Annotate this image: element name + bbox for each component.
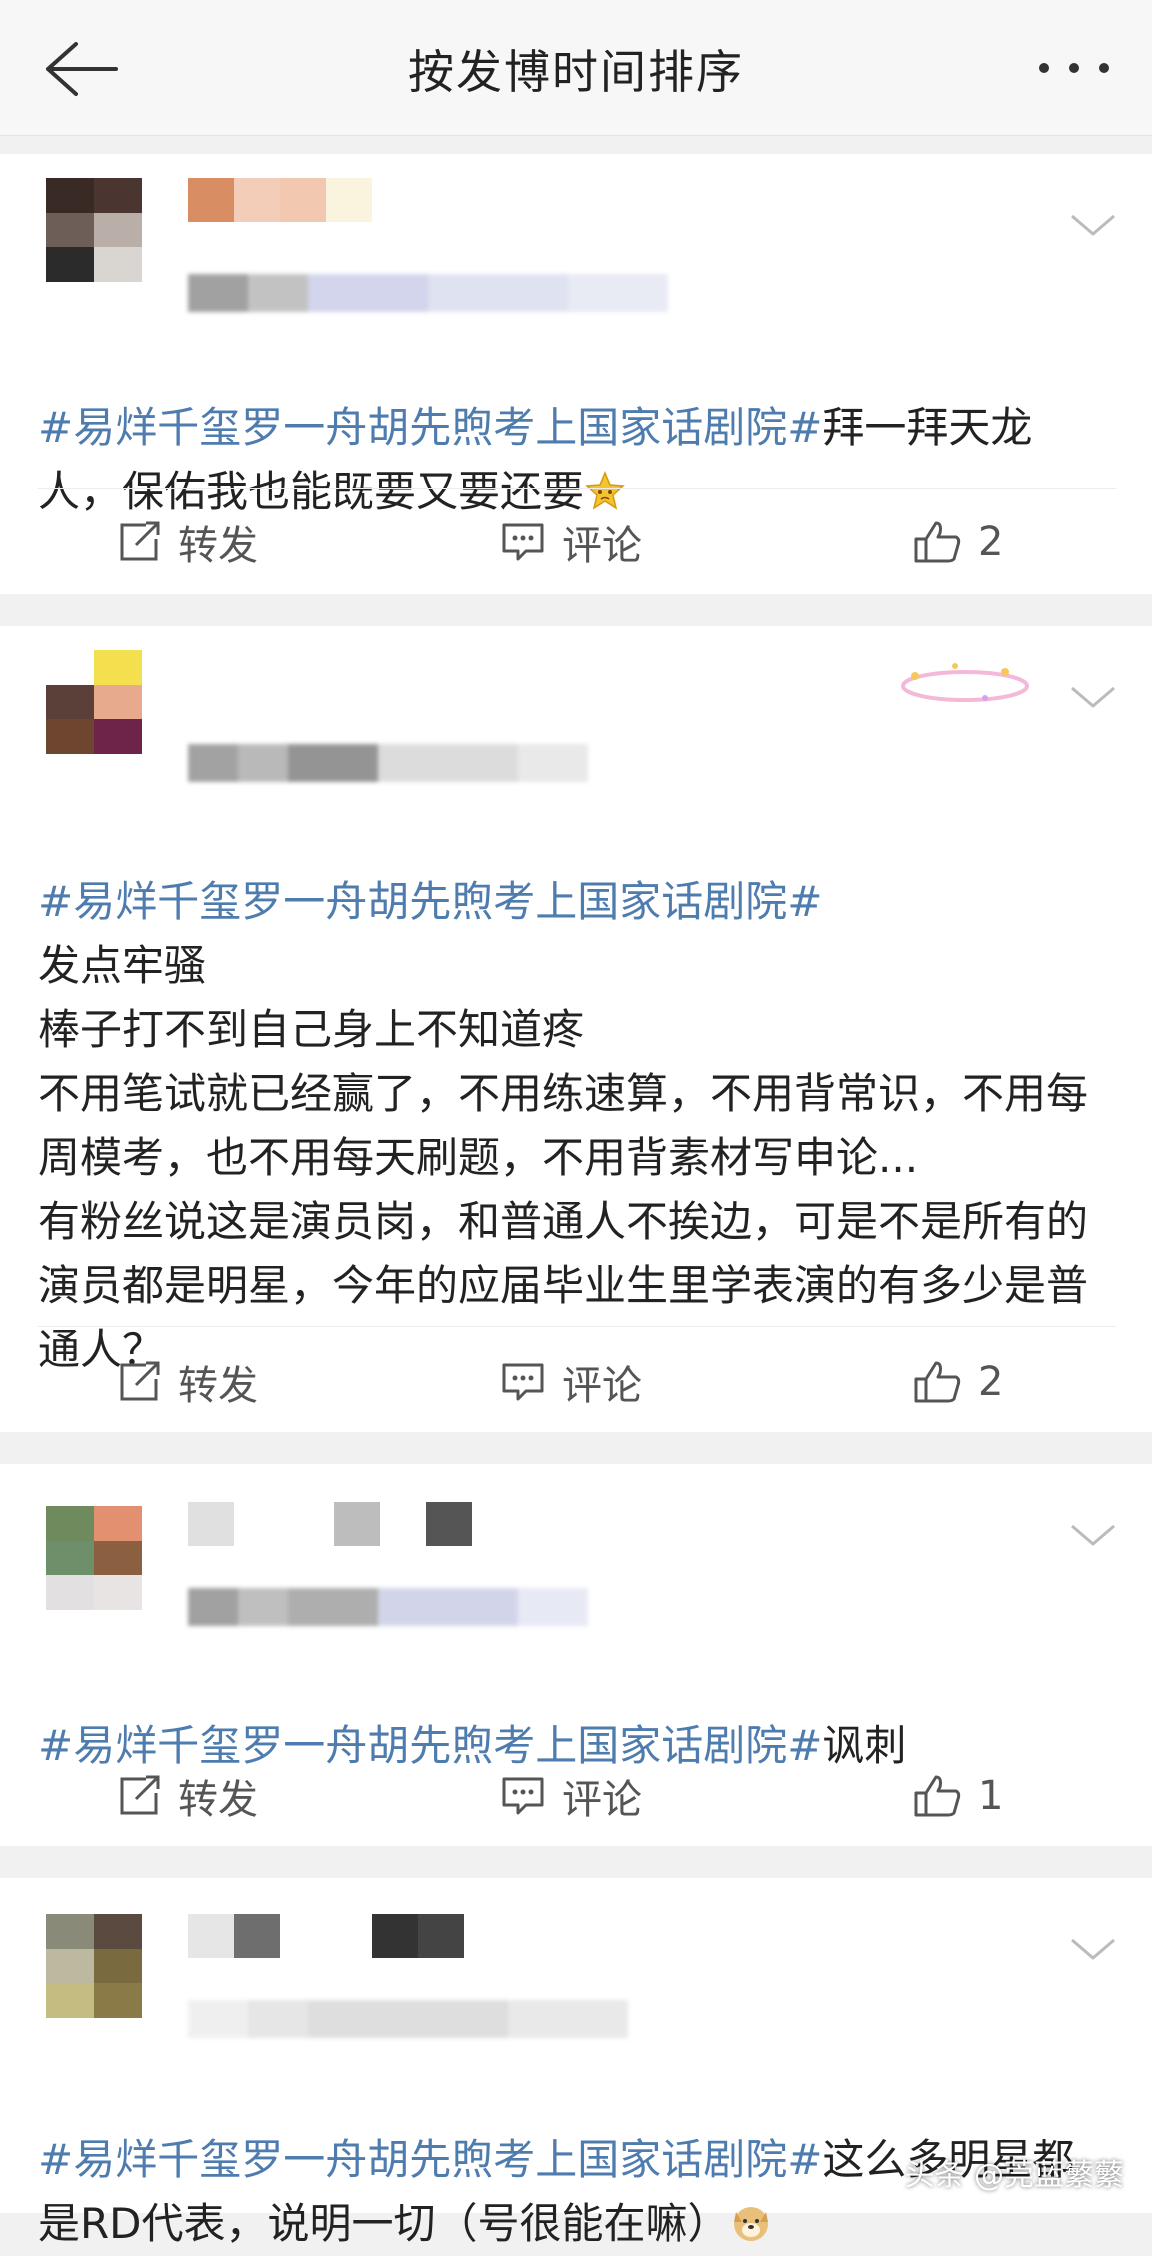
topic-link[interactable]: #易烊千玺罗一舟胡先煦考上国家话剧院# [38, 877, 822, 926]
post-text: 发点牢骚 棒子打不到自己身上不知道疼 不用笔试就已经赢了，不用练速算，不用背常识… [38, 941, 1089, 1374]
avatar[interactable] [46, 1506, 142, 1610]
repost-label: 转发 [178, 523, 258, 569]
repost-button[interactable]: 转发 [116, 1332, 258, 1432]
comment-button[interactable]: 评论 [500, 1746, 642, 1846]
chevron-down-icon[interactable] [1068, 1934, 1118, 1964]
avatar[interactable] [46, 178, 142, 282]
repost-button[interactable]: 转发 [116, 492, 258, 592]
chevron-down-icon[interactable] [1068, 682, 1118, 712]
username-blurred[interactable] [188, 178, 372, 222]
repost-icon [120, 521, 160, 561]
repost-label: 转发 [178, 1363, 258, 1409]
post-content: #易烊千玺罗一舟胡先煦考上国家话剧院# 发点牢骚 棒子打不到自己身上不知道疼 不… [38, 806, 1116, 1382]
weibo-post: #易烊千玺罗一舟胡先煦考上国家话剧院# 发点牢骚 棒子打不到自己身上不知道疼 不… [0, 626, 1152, 1432]
weibo-post: #易烊千玺罗一舟胡先煦考上国家话剧院#讽刺 转发 评论 1 [0, 1464, 1152, 1846]
divider [38, 488, 1116, 489]
comment-icon [502, 1363, 544, 1401]
chevron-down-icon[interactable] [1068, 1520, 1118, 1550]
thumbs-up-icon [914, 1775, 961, 1817]
repost-button[interactable]: 转发 [116, 1746, 258, 1846]
more-dots-icon[interactable] [1036, 50, 1112, 86]
username-blurred[interactable] [188, 1914, 464, 1958]
badge-decoration-icon [901, 663, 1029, 702]
avatar[interactable] [46, 650, 142, 754]
comment-button[interactable]: 评论 [500, 492, 642, 592]
action-bar: 转发 评论 2 [0, 492, 1152, 592]
username-blurred[interactable] [188, 1502, 472, 1546]
page-title: 按发博时间排序 [408, 45, 744, 99]
topic-link[interactable]: #易烊千玺罗一舟胡先煦考上国家话剧院# [38, 403, 822, 452]
thumbs-up-icon [914, 521, 961, 563]
username-blurred[interactable] [188, 650, 338, 694]
action-bar: 转发 评论 2 [0, 1332, 1152, 1432]
thumbs-up-icon [914, 1361, 961, 1403]
like-button[interactable]: 2 [912, 1332, 1003, 1432]
action-bar: 转发 评论 1 [0, 1746, 1152, 1846]
post-meta-blurred [188, 1588, 708, 1626]
divider [38, 1326, 1116, 1327]
post-meta-blurred [188, 744, 708, 782]
repost-label: 转发 [178, 1777, 258, 1823]
comment-label: 评论 [562, 1777, 642, 1823]
chevron-down-icon[interactable] [1068, 210, 1118, 240]
repost-icon [120, 1361, 160, 1401]
topic-link[interactable]: #易烊千玺罗一舟胡先煦考上国家话剧院# [38, 2135, 822, 2184]
comment-icon [502, 523, 544, 561]
top-bar: 按发博时间排序 [0, 0, 1152, 136]
post-meta-blurred [188, 274, 708, 312]
repost-icon [120, 1775, 160, 1815]
avatar[interactable] [46, 1914, 142, 2018]
doge-emoji-icon [733, 2207, 768, 2241]
post-meta-blurred [188, 2000, 708, 2038]
like-button[interactable]: 1 [912, 1746, 1003, 1846]
like-count: 2 [978, 1359, 1004, 1405]
comment-icon [502, 1777, 544, 1815]
weibo-post: #易烊千玺罗一舟胡先煦考上国家话剧院#拜一拜天龙人，保佑我也能既要又要还要 转发… [0, 154, 1152, 594]
like-button[interactable]: 2 [912, 492, 1003, 592]
comment-label: 评论 [562, 523, 642, 569]
watermark: 头条 @莞蓝蘩蘩 [904, 2158, 1124, 2193]
like-count: 2 [978, 519, 1004, 565]
comment-button[interactable]: 评论 [500, 1332, 642, 1432]
comment-label: 评论 [562, 1363, 642, 1409]
like-count: 1 [978, 1773, 1004, 1819]
